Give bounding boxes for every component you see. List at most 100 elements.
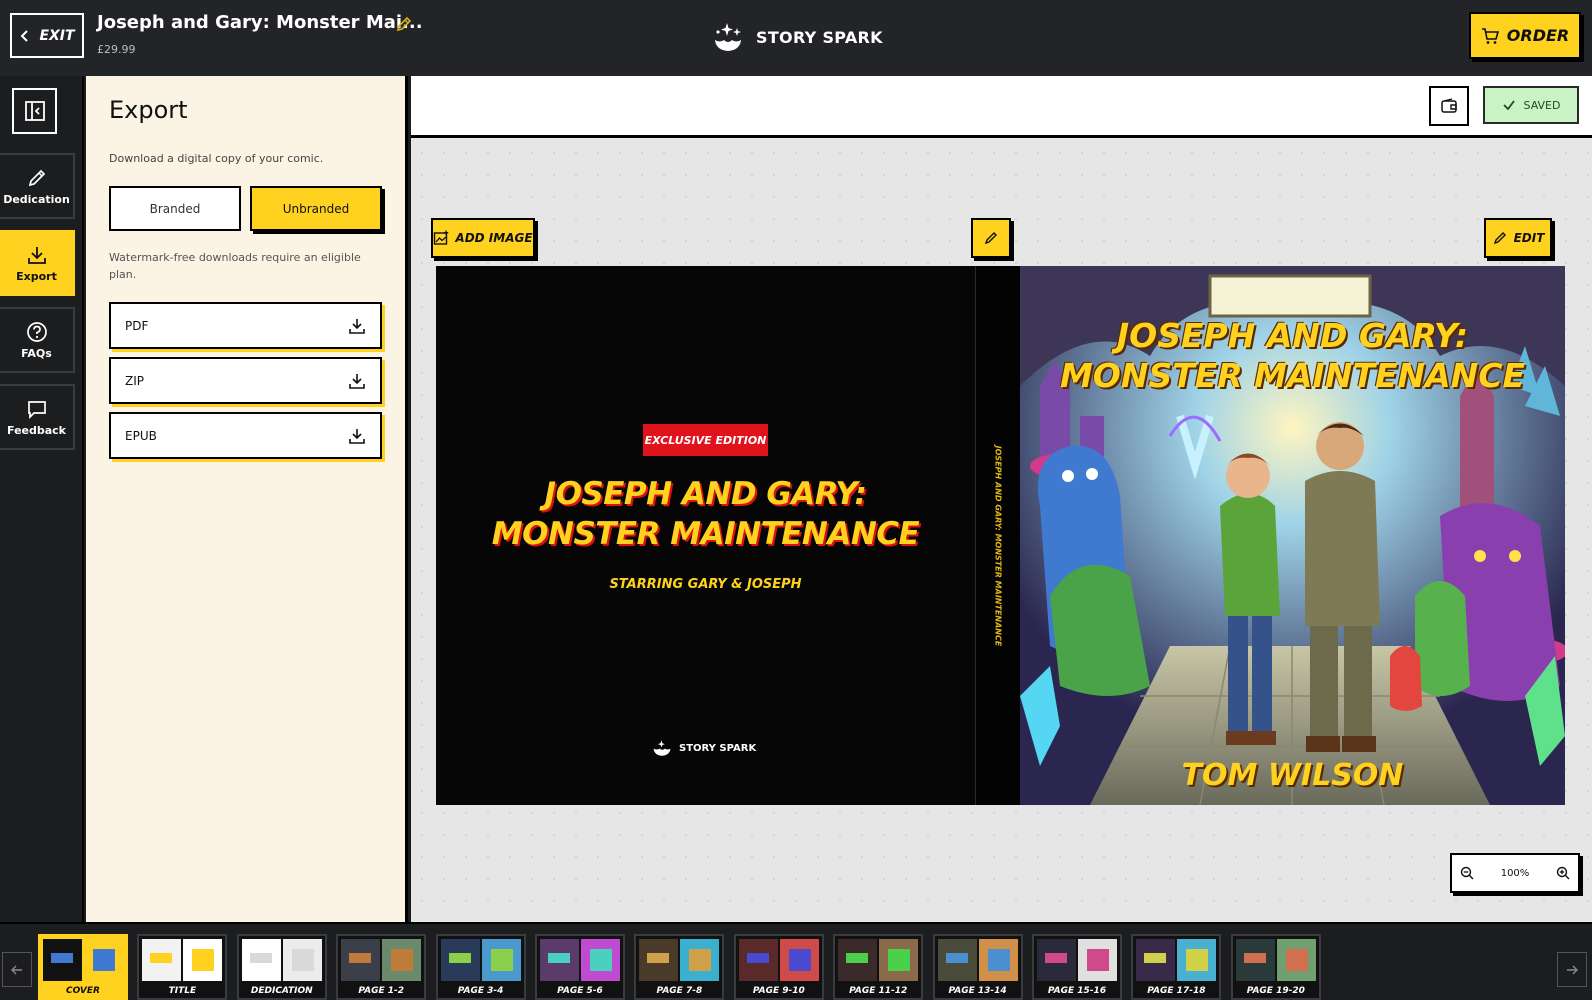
thumb-label: PAGE 7-8 [656, 986, 703, 996]
filmstrip-thumb[interactable]: PAGE 19-20 [1230, 934, 1321, 1000]
download-pdf-button[interactable]: PDF [109, 302, 382, 349]
panel-description: Download a digital copy of your comic. [109, 152, 324, 165]
rail-item-label: FAQs [21, 346, 52, 360]
thumb-label: PAGE 5-6 [557, 986, 603, 996]
back-title-line: JOSEPH AND GARY: [544, 476, 867, 512]
saved-status-badge: SAVED [1483, 86, 1579, 124]
rail-item-export[interactable]: Export [0, 230, 75, 296]
filmstrip-thumb[interactable]: PAGE 13-14 [932, 934, 1023, 1000]
front-title-line: JOSEPH AND GARY: [1116, 316, 1469, 355]
download-icon [349, 373, 365, 389]
back-cover-subtitle: STARRING GARY & JOSEPH [609, 577, 802, 592]
format-label: PDF [125, 318, 149, 333]
thumb-label: PAGE 9-10 [752, 986, 805, 996]
zoom-control: 100% [1450, 853, 1580, 893]
brand-logo: STORY SPARK [710, 20, 883, 54]
thumb-preview [440, 939, 521, 981]
branded-toggle[interactable]: Branded [109, 186, 241, 231]
thumb-preview [1037, 939, 1117, 981]
saved-label: SAVED [1523, 98, 1561, 112]
back-cover-brand: STORY SPARK [651, 739, 756, 757]
rail-item-label: Export [16, 269, 57, 283]
help-icon [26, 321, 47, 342]
rail-item-label: Feedback [7, 423, 66, 437]
cart-icon [1481, 27, 1499, 44]
filmstrip-thumb[interactable]: PAGE 11-12 [833, 934, 924, 1000]
book-spine[interactable]: JOSEPH AND GARY: MONSTER MAINTENANCE [975, 266, 1020, 805]
front-cover[interactable]: JOSEPH AND GARY: MONSTER MAINTENANCE TOM… [1020, 266, 1565, 805]
thumb-preview [241, 939, 322, 981]
filmstrip-next-button[interactable] [1557, 952, 1587, 987]
unbranded-toggle[interactable]: Unbranded [250, 186, 382, 231]
filmstrip-prev-button[interactable] [2, 952, 32, 987]
add-image-button[interactable]: ADD IMAGE [431, 218, 535, 258]
filmstrip-thumb[interactable]: PAGE 7-8 [634, 934, 725, 1000]
filmstrip-thumb[interactable]: TITLE [137, 934, 228, 1000]
chevron-left-icon [21, 29, 29, 42]
wallet-icon [1441, 98, 1457, 113]
wallet-button[interactable] [1429, 86, 1469, 126]
edit-spine-button[interactable] [971, 218, 1011, 258]
top-bar: EXIT Joseph and Gary: Monster Mai... £29… [0, 0, 1592, 76]
pencil-icon [28, 169, 45, 186]
filmstrip-thumb[interactable]: PAGE 1-2 [336, 934, 427, 1000]
thumb-preview [738, 939, 819, 981]
back-cover[interactable]: EXCLUSIVE EDITION JOSEPH AND GARY: MONST… [436, 266, 975, 805]
rail-item-feedback[interactable]: Feedback [0, 384, 75, 450]
brand-name: STORY SPARK [679, 742, 757, 754]
thumb-label: DEDICATION [250, 986, 313, 996]
collapse-panel-button[interactable] [12, 88, 57, 134]
check-icon [1502, 100, 1515, 111]
filmstrip-thumb[interactable]: PAGE 9-10 [733, 934, 824, 1000]
exit-button[interactable]: EXIT [10, 13, 84, 58]
arrow-left-icon [11, 965, 22, 974]
order-button[interactable]: ORDER [1469, 12, 1581, 59]
zoom-out-icon[interactable] [1460, 866, 1474, 880]
order-label: ORDER [1506, 26, 1570, 45]
filmstrip-thumb[interactable]: PAGE 17-18 [1131, 934, 1222, 1000]
format-label: ZIP [125, 373, 144, 388]
editor-canvas: SAVED ADD IMAGE EDIT EXCLUSIVE EDITION J… [411, 76, 1592, 922]
download-icon [27, 246, 46, 264]
exit-label: EXIT [39, 27, 75, 44]
edition-badge: EXCLUSIVE EDITION [643, 424, 768, 456]
pencil-icon [1493, 232, 1506, 245]
edit-cover-button[interactable]: EDIT [1484, 218, 1552, 258]
sparkle-hand-icon [653, 740, 671, 756]
thumb-preview [1136, 939, 1217, 981]
download-zip-button[interactable]: ZIP [109, 357, 382, 404]
filmstrip-thumb[interactable]: COVER [38, 934, 128, 1000]
filmstrip-thumb[interactable]: PAGE 3-4 [435, 934, 526, 1000]
thumb-label: TITLE [168, 986, 197, 996]
download-epub-button[interactable]: EPUB [109, 412, 382, 459]
filmstrip-thumb[interactable]: PAGE 5-6 [535, 934, 625, 1000]
edit-label: EDIT [1513, 231, 1545, 245]
thumb-label: PAGE 15-16 [1047, 986, 1107, 996]
edit-title-icon[interactable] [395, 15, 413, 33]
panel-heading: Export [109, 96, 188, 124]
pencil-icon [984, 232, 997, 245]
thumb-preview [43, 939, 123, 981]
back-title-line: MONSTER MAINTENANCE [491, 516, 920, 552]
filmstrip-thumb[interactable]: DEDICATION [236, 934, 327, 1000]
cover-author: TOM WILSON [1181, 758, 1404, 793]
zoom-level: 100% [1500, 867, 1530, 879]
spine-title: JOSEPH AND GARY: MONSTER MAINTENANCE [993, 445, 1003, 647]
arrow-right-icon [1567, 965, 1578, 974]
thumb-label: PAGE 17-18 [1147, 986, 1206, 996]
front-cover-title: JOSEPH AND GARY: MONSTER MAINTENANCE [1020, 316, 1565, 396]
zoom-in-icon[interactable] [1556, 866, 1570, 880]
rail-item-faqs[interactable]: FAQs [0, 307, 75, 373]
thumb-preview [639, 939, 720, 981]
thumb-preview [838, 939, 919, 981]
filmstrip-thumb[interactable]: PAGE 15-16 [1032, 934, 1122, 1000]
rail-item-dedication[interactable]: Dedication [0, 153, 75, 219]
message-icon [27, 400, 46, 419]
thumb-preview [937, 939, 1018, 981]
page-filmstrip: COVER TITLE DEDICATION PAGE 1-2 PAGE 3-4 PAGE… [0, 922, 1592, 1000]
sparkle-hand-icon [715, 23, 741, 51]
thumb-preview [341, 939, 422, 981]
add-image-label: ADD IMAGE [455, 231, 533, 245]
thumb-preview [142, 939, 223, 981]
thumb-label: PAGE 11-12 [849, 986, 908, 996]
